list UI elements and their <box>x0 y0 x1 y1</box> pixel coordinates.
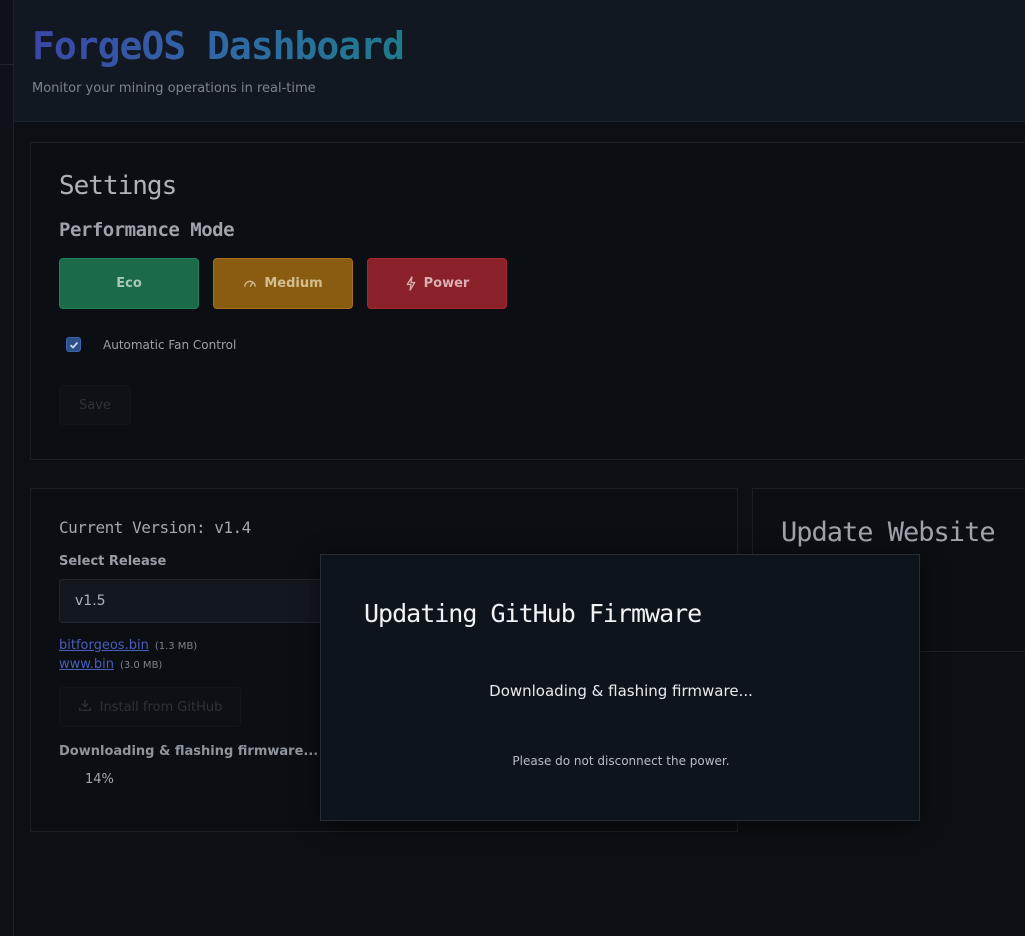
release-select-value: v1.5 <box>75 593 106 609</box>
progress-label: Downloading & flashing firmware... <box>59 744 319 759</box>
auto-fan-checkbox[interactable] <box>66 337 81 352</box>
app-title: ForgeOS Dashboard <box>32 24 405 68</box>
medium-mode-label: Medium <box>264 276 323 291</box>
release-select[interactable]: v1.5 <box>59 579 359 623</box>
settings-title: Settings <box>59 171 177 201</box>
eco-mode-label: Eco <box>116 276 142 291</box>
checkmark-icon <box>69 341 78 349</box>
settings-card: Settings Performance Mode Eco Medium Pow… <box>30 142 1025 460</box>
gauge-icon <box>243 277 257 291</box>
performance-mode-title: Performance Mode <box>59 219 235 241</box>
power-mode-label: Power <box>423 276 470 291</box>
download-icon <box>78 698 92 716</box>
app-subtitle: Monitor your mining operations in real-t… <box>32 81 316 96</box>
www-file-link[interactable]: www.bin <box>59 657 114 672</box>
eco-mode-button[interactable]: Eco <box>59 258 199 309</box>
file-row: www.bin (3.0 MB) <box>59 657 162 672</box>
select-release-label: Select Release <box>59 554 167 569</box>
auto-fan-label: Automatic Fan Control <box>103 338 237 352</box>
save-button[interactable]: Save <box>59 385 131 425</box>
modal-warning: Please do not disconnect the power. <box>512 754 730 768</box>
update-website-title: Update Website <box>781 517 996 548</box>
progress-percent: 14% <box>85 772 114 787</box>
page-header: ForgeOS Dashboard Monitor your mining op… <box>14 0 1025 122</box>
firmware-file-link[interactable]: bitforgeos.bin <box>59 638 149 653</box>
rail-divider <box>0 64 14 65</box>
file-size: (1.3 MB) <box>154 641 198 652</box>
file-size: (3.0 MB) <box>119 660 163 671</box>
left-rail <box>0 0 14 936</box>
modal-status: Downloading & flashing firmware... <box>489 682 753 700</box>
lightning-icon <box>405 276 417 291</box>
install-from-github-button[interactable]: Install from GitHub <box>59 687 241 727</box>
modal-title: Updating GitHub Firmware <box>364 599 702 628</box>
firmware-update-modal: Updating GitHub Firmware Downloading & f… <box>320 554 920 821</box>
power-mode-button[interactable]: Power <box>367 258 507 309</box>
install-label: Install from GitHub <box>99 699 223 715</box>
current-version: Current Version: v1.4 <box>59 518 251 537</box>
medium-mode-button[interactable]: Medium <box>213 258 353 309</box>
file-row: bitforgeos.bin (1.3 MB) <box>59 638 197 653</box>
